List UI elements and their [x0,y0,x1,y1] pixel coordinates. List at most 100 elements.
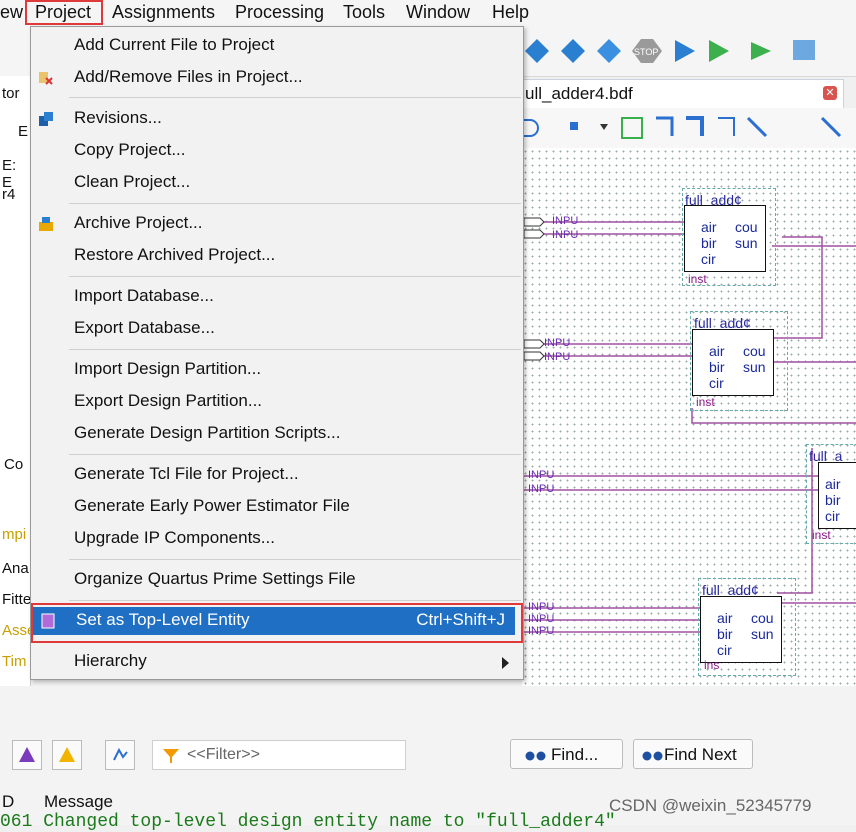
revisions-icon [39,112,53,126]
menu-item-label: Generate Design Partition Scripts... [74,423,341,442]
menu-item-clean-project[interactable]: Clean Project... [31,169,523,197]
port-label: sun [735,235,758,251]
menu-item-add-current-file[interactable]: Add Current File to Project [31,32,523,60]
pin-label: INPU [528,613,554,625]
assembler-icon [709,40,729,62]
binoculars-icon [525,751,546,761]
port-label: cir [701,251,716,267]
menu-item-label: Export Database... [74,318,215,337]
port-label: bir [825,492,841,508]
menu-tools[interactable]: Tools [343,2,385,23]
add-remove-files-icon [39,72,53,85]
programmer-icon [793,40,815,60]
submenu-arrow-icon [502,657,509,669]
pin-label: INPU [544,351,570,363]
menu-item-label: Hierarchy [74,651,147,670]
error-filter-button[interactable] [12,740,42,770]
compile-icon [525,39,549,63]
filter-placeholder: <<Filter>> [187,746,260,763]
drawing-tool-icons [524,116,842,139]
filter-input[interactable]: <<Filter>> [152,740,406,770]
port-label: cir [717,642,732,658]
instance-label: inst [812,528,831,542]
port-label: air [717,610,733,626]
menu-window[interactable]: Window [406,2,470,23]
full-adder-block[interactable]: air bir cir [818,462,856,529]
pin-label: INPU [552,229,578,241]
port-label: cou [735,219,758,235]
left-panel: tor E E: E r4 Co mpi Ana Fitte Asse Tim [0,76,35,686]
archive-icon [39,217,53,231]
menu-item-import-database[interactable]: Import Database... [31,283,523,311]
warning-filter-button[interactable] [52,740,82,770]
selection-highlight-box [31,603,523,643]
menu-assignments[interactable]: Assignments [112,2,215,23]
menu-item-organize-settings-file[interactable]: Organize Quartus Prime Settings File [31,566,523,594]
svg-text:STOP: STOP [634,47,658,57]
pin-label: INPU [528,483,554,495]
menu-view[interactable]: ew [0,2,23,23]
info-filter-button[interactable] [105,740,135,770]
menu-item-hierarchy[interactable]: Hierarchy [31,648,523,676]
menu-help[interactable]: Help [492,2,529,23]
port-label: bir [717,626,733,642]
left-label: r4 [2,186,16,203]
port-label: sun [743,359,766,375]
left-label: Co [4,456,24,473]
document-tab[interactable]: ull_adder4.bdf ✕ [522,79,844,109]
menu-item-label: Archive Project... [74,213,203,232]
timing-icon [751,42,771,60]
port-label: bir [709,359,725,375]
project-menu-highlight [25,0,103,25]
menu-item-export-design-partition[interactable]: Export Design Partition... [31,388,523,416]
port-label: sun [751,626,774,642]
menu-item-label: Generate Early Power Estimator File [74,496,350,515]
warning-icon [59,747,75,762]
full-adder-block[interactable]: air cou bir sun cir [692,329,774,396]
menu-item-label: Generate Tcl File for Project... [74,464,299,483]
start-icon [675,40,695,62]
menu-item-label: Revisions... [74,108,162,127]
menu-item-label: Copy Project... [74,140,186,159]
find-button[interactable]: Find... [510,739,623,769]
full-adder-block[interactable]: air cou bir sun cir [700,596,782,663]
port-label: cir [825,508,840,524]
menu-item-generate-partition-scripts[interactable]: Generate Design Partition Scripts... [31,420,523,448]
menu-item-label: Add/Remove Files in Project... [74,67,303,86]
find-next-button[interactable]: Find Next [633,739,753,769]
menu-item-generate-tcl-file[interactable]: Generate Tcl File for Project... [31,461,523,489]
message-line[interactable]: 061 Changed top-level design entity name… [0,812,616,832]
info-icon [113,747,128,761]
menu-item-label: Restore Archived Project... [74,245,276,264]
close-icon[interactable]: ✕ [823,86,837,100]
left-label: Tim [2,653,27,670]
left-label: E [18,123,29,140]
schematic-canvas[interactable]: INPU INPU INPU INPU INPU INPU INPU INPU … [522,148,856,686]
port-label: bir [701,235,717,251]
left-label: mpi [2,526,27,543]
menu-item-import-design-partition[interactable]: Import Design Partition... [31,356,523,384]
menu-item-label: Organize Quartus Prime Settings File [74,569,356,588]
port-label: cir [709,375,724,391]
menu-item-generate-power-estimator[interactable]: Generate Early Power Estimator File [31,493,523,521]
find-next-button-label: Find Next [664,745,737,764]
menu-item-add-remove-files[interactable]: Add/Remove Files in Project... [31,64,523,92]
pin-label: INPU [528,601,554,613]
menu-processing[interactable]: Processing [235,2,324,23]
column-header-id: D [2,792,15,811]
menu-item-export-database[interactable]: Export Database... [31,315,523,343]
menu-item-restore-archived-project[interactable]: Restore Archived Project... [31,242,523,270]
full-adder-block[interactable]: air cou bir sun cir [684,205,766,272]
left-label: Fitte [2,591,32,608]
menu-item-copy-project[interactable]: Copy Project... [31,137,523,165]
menu-item-label: Clean Project... [74,172,191,191]
instance-label: inst [688,272,707,286]
column-header-message: Message [44,792,113,811]
menu-item-label: Upgrade IP Components... [74,528,275,547]
port-label: air [825,476,841,492]
menu-item-upgrade-ip-components[interactable]: Upgrade IP Components... [31,525,523,553]
document-title: ull_adder4.bdf [525,84,633,103]
menu-item-revisions[interactable]: Revisions... [31,105,523,133]
left-label: Ana [2,560,29,577]
menu-item-archive-project[interactable]: Archive Project... [31,210,523,238]
